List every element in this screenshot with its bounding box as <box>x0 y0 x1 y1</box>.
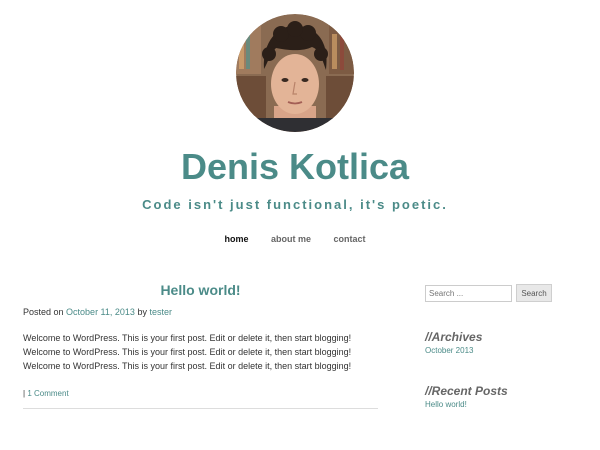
comments-link[interactable]: 1 Comment <box>27 389 68 398</box>
avatar-photo <box>236 14 354 132</box>
post-title[interactable]: Hello world! <box>23 280 378 300</box>
recent-posts-title: //Recent Posts <box>425 384 508 398</box>
nav-item-about-me[interactable]: about me <box>271 230 311 248</box>
post-author-link[interactable]: tester <box>149 307 172 317</box>
posted-on-label: Posted on <box>23 307 64 317</box>
search-form: Search <box>425 284 575 302</box>
search-button[interactable]: Search <box>516 284 552 302</box>
main-nav: home about me contact <box>0 230 590 248</box>
post-date-link[interactable]: October 11, 2013 <box>66 307 135 317</box>
post-article: Hello world! Posted on October 11, 2013 … <box>23 280 378 409</box>
comments-separator: | <box>23 389 26 398</box>
sidebar: Search //Archives October 2013 //Recent … <box>425 284 575 409</box>
post-divider <box>23 408 378 409</box>
archives-title: //Archives <box>425 330 483 344</box>
archive-link-october-2013[interactable]: October 2013 <box>425 345 482 357</box>
recent-posts-widget: //Recent Posts Hello world! <box>425 383 508 411</box>
post-meta: Posted on October 11, 2013 by tester <box>23 305 378 319</box>
archives-widget: //Archives October 2013 <box>425 329 482 357</box>
site-tagline: Code isn't just functional, it's poetic. <box>142 197 448 212</box>
search-input[interactable] <box>425 284 512 302</box>
by-label: by <box>137 307 147 317</box>
post-content: Welcome to WordPress. This is your first… <box>23 333 352 371</box>
avatar[interactable] <box>236 14 354 132</box>
recent-post-link-hello-world[interactable]: Hello world! <box>425 399 508 411</box>
nav-item-home[interactable]: home <box>224 230 248 248</box>
post-footer: | 1 Comment <box>23 388 378 400</box>
nav-item-contact[interactable]: contact <box>334 230 366 248</box>
site-title[interactable]: Denis Kotlica <box>0 142 590 192</box>
